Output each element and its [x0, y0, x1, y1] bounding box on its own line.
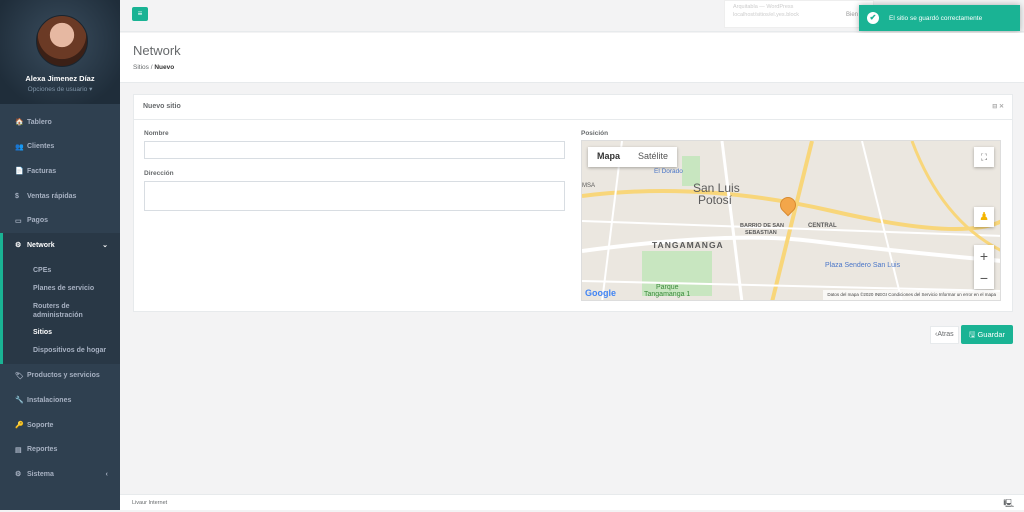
site-form-panel: Nuevo sitio ⊟ ✕ Nombre Dirección Posición…: [133, 94, 1013, 312]
notification-line: Arquitabla — WordPress: [733, 4, 794, 10]
map-label: BARRIO DE SAN: [740, 223, 785, 229]
sidebar-item-network[interactable]: ⚙ Network ⌄: [0, 232, 120, 258]
name-label: Nombre: [144, 130, 169, 137]
fullscreen-icon[interactable]: ⛶: [974, 147, 994, 167]
back-button[interactable]: ‹Atras: [930, 326, 959, 344]
address-textarea[interactable]: [144, 181, 565, 211]
background-text: Bien: [846, 12, 859, 18]
dashboard-icon: 🏠: [15, 119, 24, 127]
position-label: Posición: [581, 130, 609, 137]
panel-title: Nuevo sitio: [143, 103, 181, 110]
page-header: Network Sitios / Nuevo: [120, 33, 1024, 83]
sidebar-item-label: Clientes: [27, 143, 55, 151]
footer-text: Livaur Internet: [132, 500, 168, 506]
sidebar-item-clientes[interactable]: 👥 Clientes: [0, 135, 120, 160]
map-label: CENTRAL: [808, 223, 837, 229]
sidebar-item-instalaciones[interactable]: 🔧 Instalaciones: [0, 388, 120, 413]
sidebar-item-ventas[interactable]: $ Ventas rápidas: [0, 184, 120, 209]
map[interactable]: San Luis Potosí TANGAMANGA BARRIO DE SAN…: [581, 140, 1001, 301]
submenu-item-routers[interactable]: Routers de administración: [33, 298, 120, 324]
map-label: MSA: [582, 183, 596, 189]
sidebar-item-reportes[interactable]: ▤ Reportes: [0, 437, 120, 462]
map-tab-satelite[interactable]: Satélite: [629, 147, 677, 167]
zoom-control: + −: [974, 245, 994, 289]
toast-message: El sitio se guardó correctamente: [889, 14, 983, 22]
sidebar-item-label: Instalaciones: [27, 396, 72, 404]
sidebar-item-label: Network: [27, 241, 55, 249]
sidebar-item-label: Reportes: [27, 446, 58, 454]
zoom-in-button[interactable]: +: [974, 245, 994, 267]
sidebar-item-label: Pagos: [27, 217, 49, 225]
network-submenu: CPEs Planes de servicio Routers de admin…: [0, 257, 120, 364]
google-logo: Google: [585, 288, 616, 298]
top-navbar: ≡ Arquitabla — WordPress localhost/sitios…: [120, 0, 1024, 32]
map-label: Parque: [656, 284, 679, 291]
save-button[interactable]: 🖫 Guardar: [961, 325, 1013, 344]
gear-icon: ⚙: [15, 242, 22, 250]
wrench-icon: 🔧: [15, 397, 24, 405]
map-label: Plaza Sendero San Luis: [825, 262, 901, 269]
money-icon: ▭: [15, 217, 22, 225]
sidebar-item-pagos[interactable]: ▭ Pagos: [0, 208, 120, 233]
breadcrumb-sitios[interactable]: Sitios: [133, 64, 149, 71]
pegman-icon[interactable]: ♟: [974, 207, 994, 227]
sidebar-item-soporte[interactable]: 🔑 Soporte: [0, 413, 120, 438]
success-toast[interactable]: ✔ El sitio se guardó correctamente: [859, 5, 1020, 31]
map-label: El Dorado: [654, 168, 683, 175]
dollar-icon: $: [15, 192, 19, 200]
sidebar-item-label: Sistema: [27, 470, 54, 478]
user-name: Alexa Jimenez Díaz: [25, 74, 95, 83]
panel-header: Nuevo sitio ⊟ ✕: [134, 95, 1012, 120]
breadcrumb-separator: /: [150, 64, 153, 71]
user-options-dropdown[interactable]: Opciones de usuario ▾: [0, 85, 120, 93]
address-label: Dirección: [144, 170, 174, 177]
map-type-control: Mapa Satélite: [588, 147, 678, 167]
submenu-item-dispositivos[interactable]: Dispositivos de hogar: [33, 342, 120, 360]
submenu-item-planes[interactable]: Planes de servicio: [33, 280, 120, 298]
tag-icon: 🏷: [15, 372, 24, 380]
footer: Livaur Internet 🖳: [120, 494, 1024, 510]
cogs-icon: ⚙: [15, 471, 22, 479]
breadcrumb: Sitios / Nuevo: [133, 64, 174, 71]
page-title: Network: [133, 43, 181, 58]
check-icon: ✔: [867, 12, 879, 24]
map-label: Potosí: [698, 193, 733, 207]
chevron-down-icon: ⌄: [102, 242, 108, 250]
support-icon: 🔑: [15, 422, 24, 430]
submenu-item-cpes[interactable]: CPEs: [33, 262, 120, 280]
map-label: SEBASTIAN: [745, 230, 777, 236]
panel-tools-icon[interactable]: ⊟ ✕: [992, 103, 1004, 110]
map-tab-mapa[interactable]: Mapa: [588, 147, 629, 167]
sidebar-item-sistema[interactable]: ⚙ Sistema ‹: [0, 462, 120, 487]
file-icon: 📄: [15, 168, 24, 176]
sidebar-item-label: Tablero: [27, 118, 52, 126]
sidebar-item-label: Ventas rápidas: [27, 192, 77, 200]
sidebar: Alexa Jimenez Díaz Opciones de usuario ▾…: [0, 0, 120, 510]
sidebar-item-label: Facturas: [27, 167, 57, 175]
submenu-item-sitios[interactable]: Sitios: [33, 324, 120, 342]
breadcrumb-current: Nuevo: [154, 64, 175, 71]
users-icon: 👥: [15, 143, 24, 151]
map-label: Tangamanga 1: [644, 291, 691, 298]
sidebar-item-label: Productos y servicios: [27, 372, 100, 380]
name-input[interactable]: [144, 141, 565, 159]
sidebar-item-facturas[interactable]: 📄 Facturas: [0, 159, 120, 184]
map-label: TANGAMANGA: [652, 240, 724, 250]
report-icon: ▤: [15, 446, 22, 454]
profile-block: Alexa Jimenez Díaz Opciones de usuario ▾: [0, 0, 120, 104]
zoom-out-button[interactable]: −: [974, 267, 994, 289]
sidebar-item-label: Soporte: [27, 421, 54, 429]
sidebar-item-tablero[interactable]: 🏠 Tablero: [0, 110, 120, 135]
map-attribution[interactable]: Datos del mapa ©2020 INEGI Condiciones d…: [823, 290, 1000, 300]
sidebar-item-productos[interactable]: 🏷 Productos y servicios: [0, 364, 120, 389]
menu-toggle-button[interactable]: ≡: [132, 7, 148, 21]
chevron-left-icon: ‹: [105, 470, 108, 478]
avatar[interactable]: [36, 15, 88, 67]
